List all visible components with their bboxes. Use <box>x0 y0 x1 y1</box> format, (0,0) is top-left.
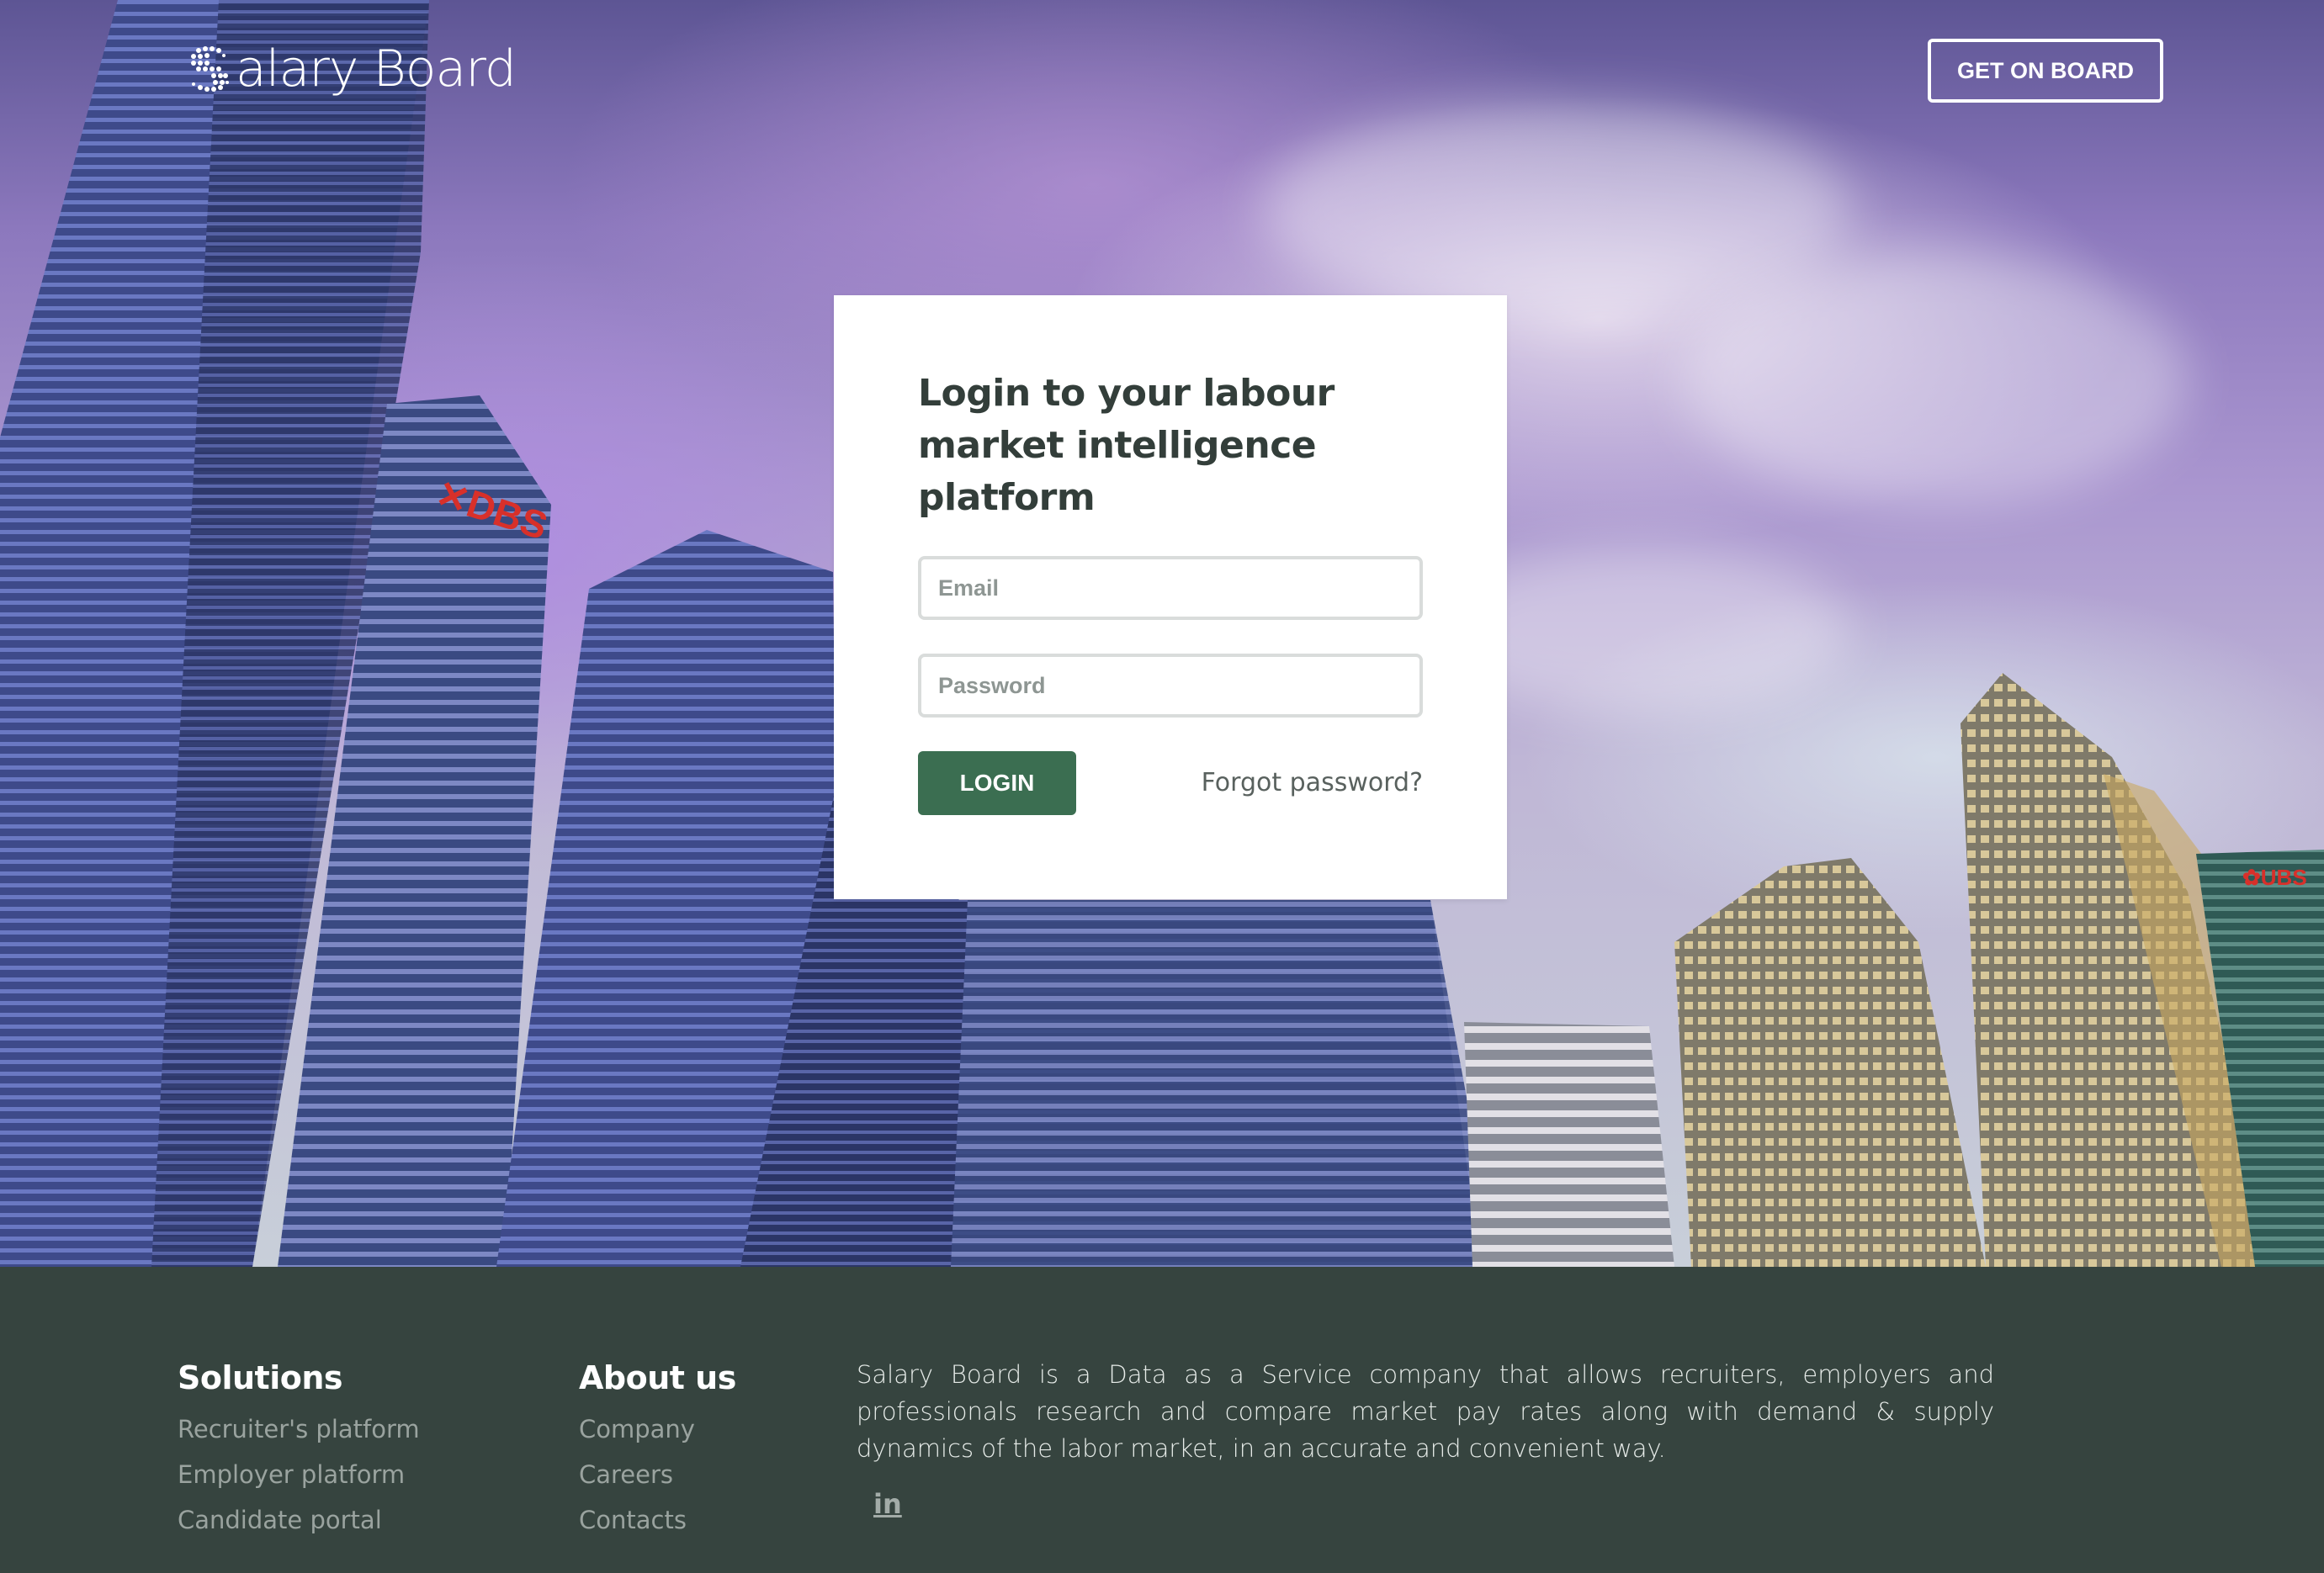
get-on-board-button[interactable]: GET ON BOARD <box>1928 39 2163 103</box>
hero-section: ✕DBS ✿UBS alary Board GET ON BOARD Login… <box>0 0 2324 1267</box>
candidate-portal-link[interactable]: Candidate portal <box>178 1506 382 1534</box>
email-input[interactable] <box>918 556 1423 620</box>
login-title: Login to your labour market intelligence… <box>918 372 1334 519</box>
solutions-heading: Solutions <box>178 1359 343 1396</box>
svg-text:✿UBS: ✿UBS <box>2242 865 2307 890</box>
company-link[interactable]: Company <box>579 1415 695 1443</box>
company-description: Salary Board is a Data as a Service comp… <box>857 1360 1994 1463</box>
forgot-password-link[interactable]: Forgot password? <box>1202 762 1423 804</box>
logo-mark-icon <box>191 46 229 92</box>
logo-text: alary Board <box>236 40 517 98</box>
login-button[interactable]: LOGIN <box>918 751 1076 815</box>
employer-platform-link[interactable]: Employer platform <box>178 1460 405 1489</box>
login-card: Login to your labour market intelligence… <box>834 295 1507 899</box>
password-input[interactable] <box>918 654 1423 718</box>
recruiters-platform-link[interactable]: Recruiter's platform <box>178 1415 420 1443</box>
footer: Solutions Recruiter's platform Employer … <box>0 1267 2324 1573</box>
about-us-heading: About us <box>579 1359 736 1396</box>
careers-link[interactable]: Careers <box>579 1460 673 1489</box>
salary-board-logo[interactable]: alary Board <box>187 37 517 101</box>
contacts-link[interactable]: Contacts <box>579 1506 687 1534</box>
linkedin-icon[interactable]: in <box>873 1489 904 1519</box>
